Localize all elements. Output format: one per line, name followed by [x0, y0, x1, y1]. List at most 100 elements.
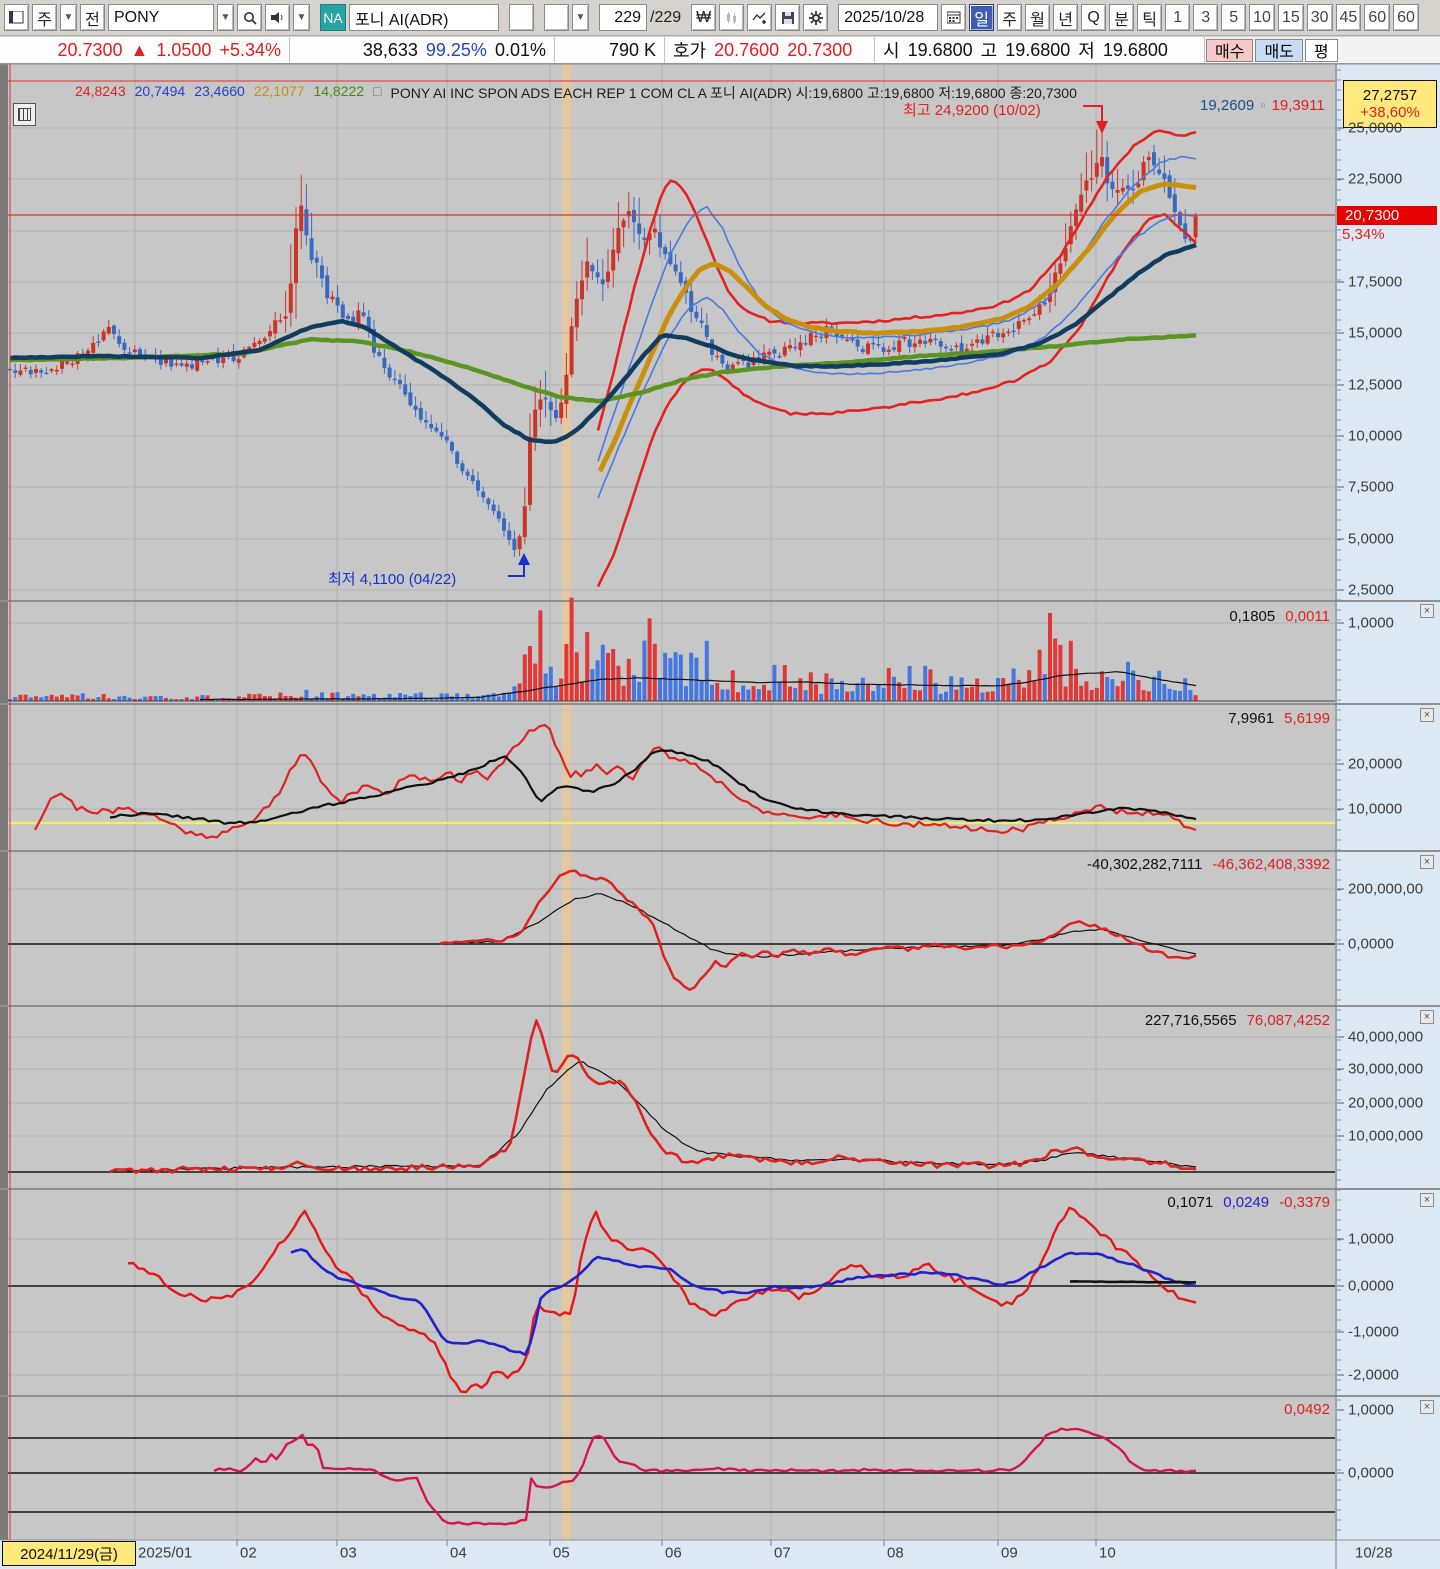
- candle-body: [96, 341, 101, 343]
- candle-body: [814, 335, 818, 338]
- volume-bar: [652, 643, 657, 701]
- xaxis-label: 10/28: [1355, 1544, 1393, 1562]
- volume-bar: [1058, 644, 1063, 701]
- candle-body: [54, 369, 59, 372]
- crosshair-pct: +38,60%: [1360, 104, 1420, 121]
- volume-bar: [767, 690, 772, 701]
- volume-bar: [938, 693, 943, 701]
- candle-body: [335, 297, 340, 306]
- candle-body: [673, 264, 678, 272]
- candle-body: [715, 355, 720, 358]
- candle-body: [1172, 194, 1177, 213]
- candle-body: [470, 475, 475, 482]
- candle-body: [517, 536, 522, 550]
- volume-bar: [819, 693, 824, 701]
- volume-bar: [793, 688, 798, 701]
- axis-label: 40,000,000: [1348, 1028, 1424, 1046]
- candle-body: [907, 339, 912, 347]
- candle-body: [985, 335, 990, 344]
- candle-body: [325, 275, 330, 299]
- pane-close-button[interactable]: ×: [1420, 604, 1434, 618]
- volume-bar: [772, 664, 777, 701]
- candle-body: [845, 339, 850, 342]
- pane-header: 227,716,5565 76,087,4252: [1145, 1012, 1330, 1029]
- volume-bar: [1053, 638, 1058, 701]
- volume-bar: [689, 652, 694, 701]
- candle-body: [829, 326, 834, 328]
- volume-bar: [1037, 649, 1042, 701]
- candle-body: [1193, 215, 1198, 238]
- candle-body: [44, 372, 49, 375]
- volume-bar: [1172, 690, 1177, 701]
- pane-header-value: 76,087,4252: [1246, 1012, 1330, 1029]
- candle-body: [28, 369, 33, 375]
- candle-body: [465, 471, 470, 476]
- volume-bar: [439, 693, 444, 701]
- volume-bar: [34, 696, 38, 701]
- volume-bar: [600, 644, 605, 701]
- volume-bar: [80, 693, 85, 701]
- candle-body: [777, 356, 782, 358]
- volume-bar: [1006, 683, 1011, 701]
- volume-bar: [585, 632, 590, 701]
- axis-label: 1,0000: [1348, 614, 1394, 632]
- volume-bar: [1100, 671, 1104, 701]
- axis-label: 2,5000: [1348, 581, 1394, 599]
- chart-grid-tool-button[interactable]: [13, 103, 36, 126]
- xaxis-label: 2025/01: [138, 1544, 193, 1562]
- volume-bar: [741, 685, 746, 701]
- candle-body: [808, 333, 813, 346]
- pane-header-value: 0,0492: [1284, 1401, 1330, 1418]
- xaxis-label: 05: [553, 1544, 570, 1562]
- pane-close-button[interactable]: ×: [1420, 1400, 1434, 1414]
- volume-bar: [923, 665, 928, 701]
- candle-body: [793, 346, 798, 349]
- volume-bar: [205, 695, 210, 701]
- candle-body: [262, 338, 267, 342]
- volume-bar: [122, 695, 127, 701]
- candle-body: [886, 349, 891, 352]
- candle-body: [403, 384, 408, 395]
- volume-bar: [569, 597, 574, 701]
- candle-body: [106, 326, 111, 334]
- candle-body: [382, 357, 387, 369]
- volume-bar: [1178, 690, 1182, 701]
- candle-body: [949, 349, 954, 351]
- grid-icon: [18, 108, 31, 121]
- volume-bar: [871, 690, 876, 701]
- candle-body: [200, 360, 205, 363]
- candle-body: [1032, 314, 1037, 316]
- candle-body: [112, 325, 116, 335]
- candle-body: [928, 338, 933, 343]
- pane-header-value: 227,716,5565: [1144, 1012, 1237, 1029]
- volume-bar: [54, 696, 59, 701]
- candle-body: [538, 399, 543, 410]
- volume-bar: [606, 652, 610, 701]
- volume-bar: [372, 693, 376, 701]
- candle-body: [1074, 209, 1078, 226]
- volume-bar: [642, 640, 647, 701]
- pane-header-value: -46,362,408,3392: [1212, 856, 1330, 873]
- candle-body: [611, 249, 616, 271]
- volume-bar: [704, 640, 709, 701]
- candle-body: [699, 320, 704, 324]
- volume-bar: [1079, 685, 1084, 701]
- axis-label: 0,0000: [1348, 1464, 1394, 1482]
- volume-bar: [762, 684, 766, 701]
- candle-body: [954, 345, 959, 348]
- pane-close-button[interactable]: ×: [1420, 855, 1434, 869]
- volume-bar: [1120, 680, 1125, 701]
- candle-body: [1100, 157, 1104, 167]
- volume-bar: [1084, 681, 1089, 701]
- pane-close-button[interactable]: ×: [1420, 1193, 1434, 1207]
- volume-bar: [975, 678, 980, 701]
- candle-body: [881, 347, 886, 352]
- candle-body: [184, 363, 189, 367]
- candle-body: [13, 370, 18, 373]
- pane-close-button[interactable]: ×: [1420, 1010, 1434, 1024]
- pane-close-button[interactable]: ×: [1420, 708, 1434, 722]
- candle-body: [819, 336, 824, 339]
- candle-body: [1115, 189, 1120, 193]
- candle-body: [278, 320, 283, 322]
- volume-bar: [236, 696, 241, 701]
